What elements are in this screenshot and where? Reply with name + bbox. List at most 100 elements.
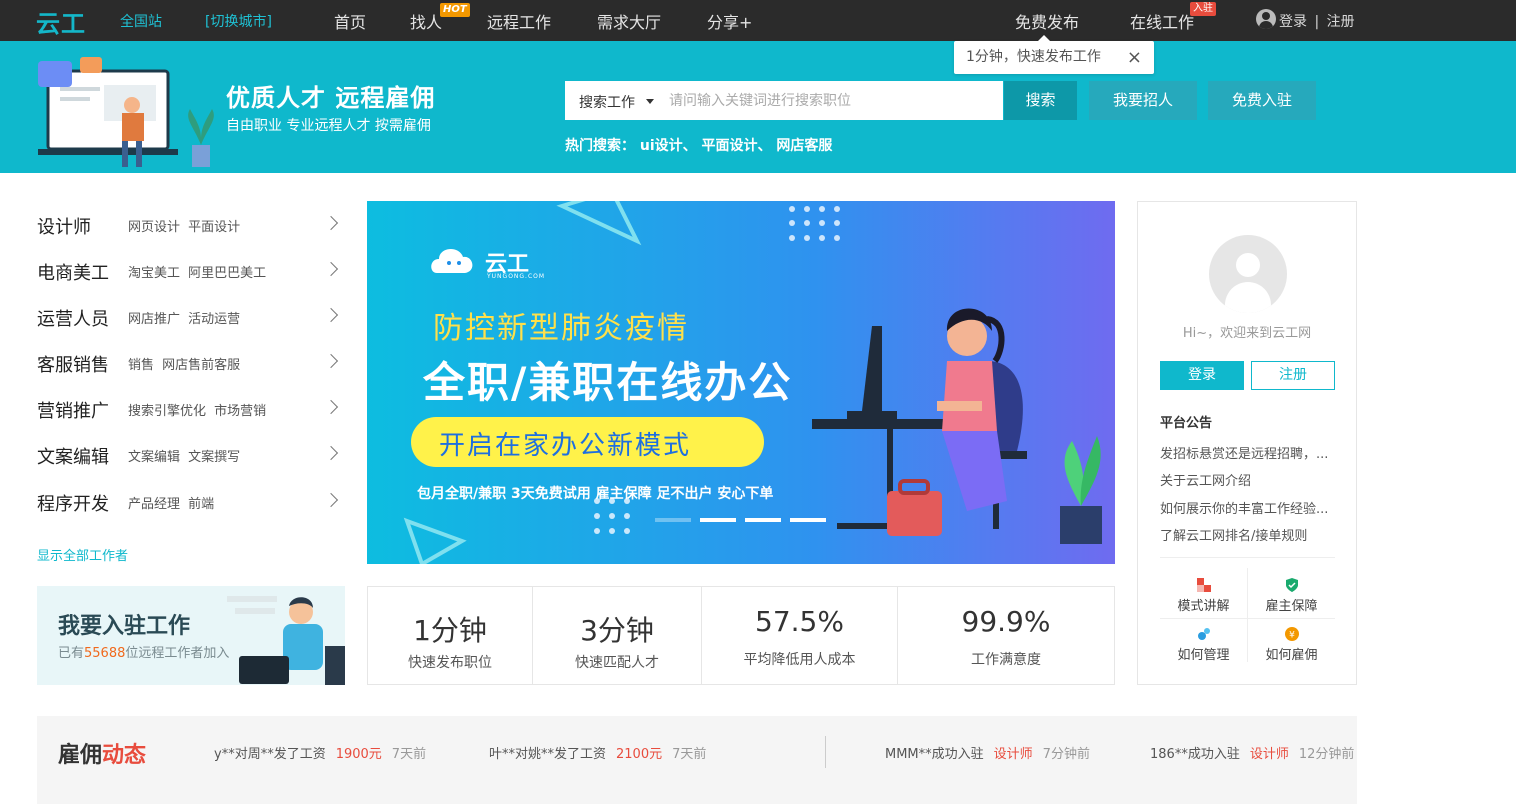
notice-link[interactable]: 关于云工网介绍 bbox=[1160, 470, 1335, 489]
carousel-dot[interactable] bbox=[790, 518, 826, 522]
how-manage-link[interactable]: 如何管理 bbox=[1160, 627, 1247, 663]
nav-share[interactable]: 分享+ bbox=[707, 9, 752, 33]
register-button[interactable]: 注册 bbox=[1251, 361, 1335, 390]
category-title[interactable]: 营销推广 bbox=[37, 397, 109, 423]
category-tags[interactable]: 文案编辑 文案撰写 bbox=[128, 446, 240, 465]
search-input[interactable] bbox=[669, 89, 989, 111]
nav-home[interactable]: 首页 bbox=[334, 9, 366, 33]
login-button[interactable]: 登录 bbox=[1160, 361, 1244, 390]
category-item[interactable]: 文案编辑 文案编辑 文案撰写 bbox=[37, 440, 342, 470]
category-item[interactable]: 电商美工 淘宝美工 阿里巴巴美工 bbox=[37, 256, 342, 286]
chevron-right-icon bbox=[323, 261, 339, 277]
user-icon[interactable] bbox=[1256, 9, 1276, 29]
category-tags[interactable]: 网页设计 平面设计 bbox=[128, 216, 240, 235]
how-hire-link[interactable]: ¥ 如何雇佣 bbox=[1248, 627, 1335, 663]
top-login-link[interactable]: 登录 bbox=[1279, 14, 1307, 30]
activity-time: 7天前 bbox=[391, 747, 427, 762]
category-item[interactable]: 运营人员 网店推广 活动运营 bbox=[37, 302, 342, 332]
hero-banner[interactable]: 云工 YUNGONG.COM 防控新型肺炎疫情 全职/兼职在线办公 开启在家办公… bbox=[367, 201, 1115, 564]
nav-find-people[interactable]: 找人 bbox=[410, 9, 442, 33]
stats-bar: 1分钟 快速发布职位 3分钟 快速匹配人才 57.5% 平均降低用人成本 99.… bbox=[367, 586, 1115, 685]
nav-remote-work[interactable]: 远程工作 bbox=[487, 9, 551, 33]
stat-value: 57.5% bbox=[755, 605, 844, 638]
activity-item: 186**成功入驻 设计师 12分钟前 bbox=[1150, 743, 1354, 762]
header-illustration bbox=[38, 57, 214, 167]
stat-value: 1分钟 bbox=[413, 614, 487, 647]
join-promo-card[interactable]: 我要入驻工作 已有55688位远程工作者加入 bbox=[37, 586, 345, 685]
category-item[interactable]: 客服销售 销售 网店售前客服 bbox=[37, 348, 342, 378]
switch-city-link[interactable]: [切换城市] bbox=[205, 11, 272, 31]
site-region-link[interactable]: 全国站 bbox=[120, 11, 162, 31]
category-tags[interactable]: 销售 网店售前客服 bbox=[128, 354, 240, 373]
activity-time: 7分钟前 bbox=[1042, 747, 1090, 762]
stat-value: 99.9% bbox=[961, 605, 1051, 638]
grid-label: 模式讲解 bbox=[1177, 599, 1230, 614]
join-badge: 入驻 bbox=[1190, 2, 1216, 16]
user-panel: Hi~，欢迎来到云工网 登录 注册 平台公告 发招标悬赏还是远程招聘，... 关… bbox=[1137, 201, 1357, 685]
employer-guarantee-link[interactable]: 雇主保障 bbox=[1248, 578, 1335, 614]
notice-link[interactable]: 了解云工网排名/接单规则 bbox=[1160, 525, 1335, 544]
category-title[interactable]: 文案编辑 bbox=[37, 443, 109, 469]
grid-squares-icon bbox=[1196, 578, 1211, 592]
hire-activity-ticker: 雇佣动态 y**对周**发了工资 1900元 7天前 叶**对姚**发了工资 2100… bbox=[37, 716, 1357, 804]
promo-title: 我要入驻工作 bbox=[58, 614, 191, 639]
category-title[interactable]: 电商美工 bbox=[37, 259, 109, 285]
nav-free-post[interactable]: 免费发布 bbox=[1015, 9, 1079, 33]
chevron-down-icon[interactable] bbox=[646, 99, 654, 104]
activity-item: MMM**成功入驻 设计师 7分钟前 bbox=[885, 743, 1090, 762]
grid-label: 雇主保障 bbox=[1265, 599, 1318, 614]
welcome-text: Hi~，欢迎来到云工网 bbox=[1182, 326, 1312, 341]
carousel-dot[interactable] bbox=[745, 518, 781, 522]
notice-title: 平台公告 bbox=[1160, 416, 1213, 431]
hot-search-links[interactable]: 热门搜索： ui设计、 平面设计、 网店客服 bbox=[565, 135, 832, 155]
nav-demand-hall[interactable]: 需求大厅 bbox=[597, 9, 661, 33]
free-join-button[interactable]: 免费入驻 bbox=[1208, 81, 1316, 120]
activity-who: 叶**对姚**发了工资 bbox=[489, 747, 607, 762]
category-item[interactable]: 营销推广 搜索引擎优化 市场营销 bbox=[37, 394, 342, 424]
category-title[interactable]: 程序开发 bbox=[37, 490, 109, 516]
promo-suffix: 位远程工作者加入 bbox=[125, 646, 230, 661]
stat-label: 快速匹配人才 bbox=[575, 655, 659, 671]
gear-icon bbox=[1197, 628, 1210, 640]
grid-divider bbox=[1160, 618, 1335, 619]
hire-button[interactable]: 我要招人 bbox=[1089, 81, 1197, 120]
banner-logo-sub: YUNGONG.COM bbox=[487, 273, 546, 280]
header-subslogan: 自由职业 专业远程人才 按需雇佣 bbox=[226, 118, 431, 134]
category-title[interactable]: 客服销售 bbox=[37, 351, 109, 377]
stat-item: 1分钟 快速发布职位 bbox=[368, 587, 533, 684]
carousel-dot[interactable] bbox=[700, 518, 736, 522]
category-title[interactable]: 设计师 bbox=[37, 213, 91, 239]
notice-link[interactable]: 如何展示你的丰富工作经验... bbox=[1160, 498, 1335, 517]
category-tags[interactable]: 淘宝美工 阿里巴巴美工 bbox=[128, 262, 266, 281]
stat-label: 工作满意度 bbox=[971, 652, 1041, 668]
category-tags[interactable]: 搜索引擎优化 市场营销 bbox=[128, 400, 266, 419]
stat-item: 3分钟 快速匹配人才 bbox=[533, 587, 702, 684]
promo-subtitle: 已有55688位远程工作者加入 bbox=[58, 642, 229, 661]
activity-item: y**对周**发了工资 1900元 7天前 bbox=[214, 743, 426, 762]
top-register-link[interactable]: 注册 bbox=[1327, 14, 1355, 30]
chevron-right-icon bbox=[323, 492, 339, 508]
nav-online-work[interactable]: 在线工作 bbox=[1130, 9, 1194, 33]
category-item[interactable]: 程序开发 产品经理 前端 bbox=[37, 487, 342, 517]
notice-link[interactable]: 发招标悬赏还是远程招聘，... bbox=[1160, 443, 1335, 462]
category-title[interactable]: 运营人员 bbox=[37, 305, 109, 331]
ticker-title-b: 动态 bbox=[102, 743, 147, 768]
category-tags[interactable]: 产品经理 前端 bbox=[128, 493, 214, 512]
top-navbar: 云工 全国站 [切换城市] 首页 找人 HOT 远程工作 需求大厅 分享+ 免费… bbox=[0, 0, 1516, 41]
mode-explain-link[interactable]: 模式讲解 bbox=[1160, 578, 1247, 614]
category-tags[interactable]: 网店推广 活动运营 bbox=[128, 308, 240, 327]
stat-label: 快速发布职位 bbox=[408, 655, 492, 671]
category-item[interactable]: 设计师 网页设计 平面设计 bbox=[37, 210, 342, 240]
carousel-dot[interactable] bbox=[655, 518, 691, 522]
close-icon[interactable]: × bbox=[1127, 41, 1142, 74]
banner-headline-1: 防控新型肺炎疫情 bbox=[433, 311, 689, 346]
banner-headline-2: 全职/兼职在线办公 bbox=[423, 358, 793, 407]
activity-amount: 1900元 bbox=[335, 747, 382, 762]
site-logo[interactable]: 云工 bbox=[36, 4, 86, 39]
post-tooltip: 1分钟，快速发布工作 × bbox=[954, 35, 1154, 74]
ticker-divider bbox=[825, 736, 826, 768]
search-type-select[interactable]: 搜索工作 bbox=[579, 92, 635, 112]
promo-illustration bbox=[227, 596, 345, 685]
show-all-workers-link[interactable]: 显示全部工作者 bbox=[37, 545, 128, 564]
search-button[interactable]: 搜索 bbox=[1004, 81, 1077, 120]
